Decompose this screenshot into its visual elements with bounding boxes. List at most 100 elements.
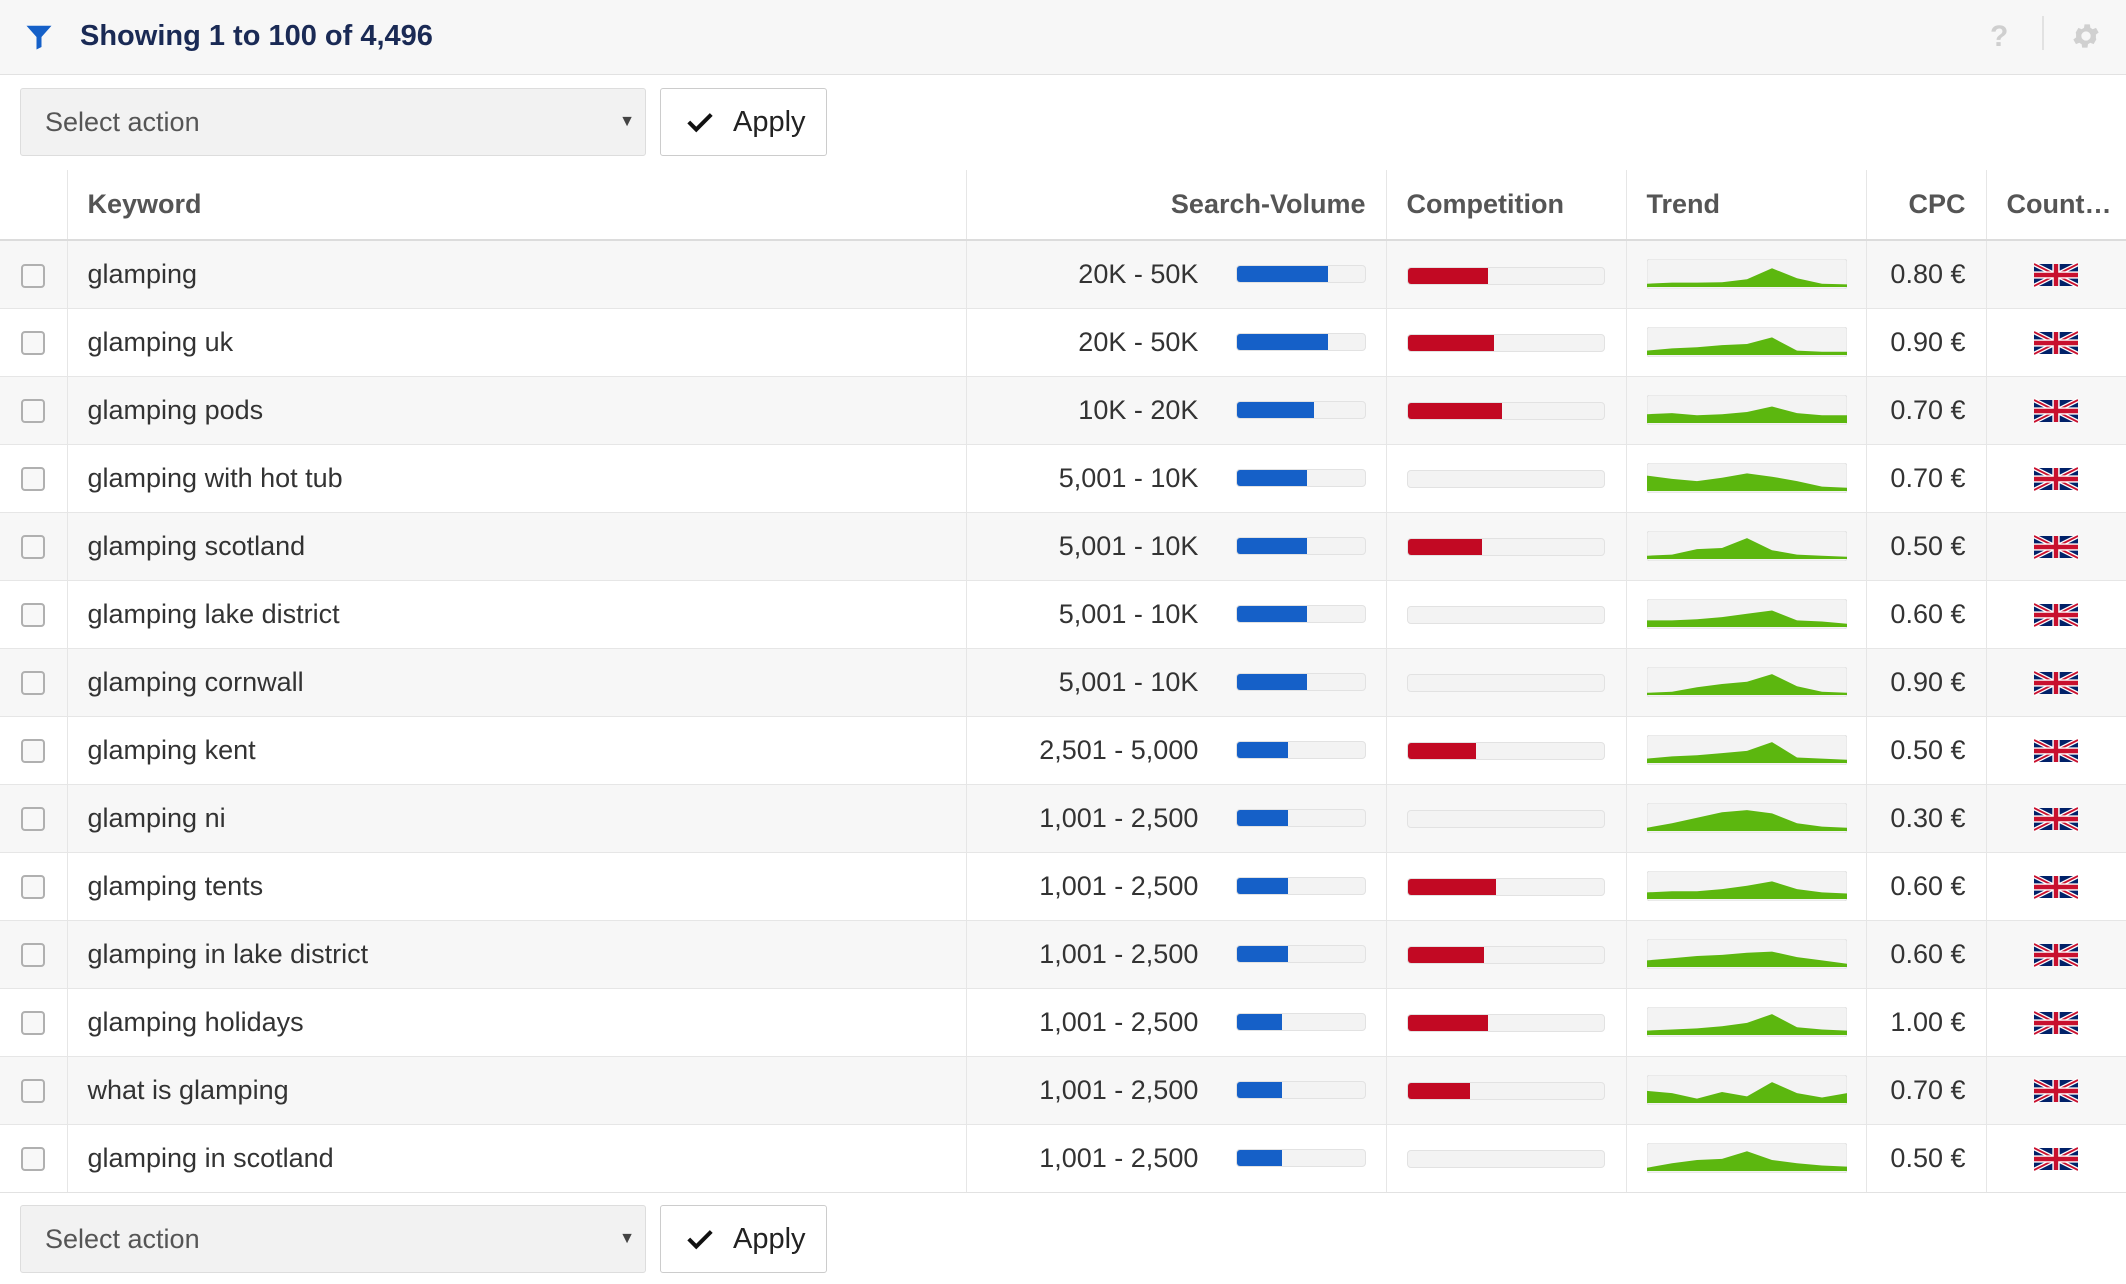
caret-down-icon: ▼ <box>619 113 635 130</box>
search-volume-bar <box>1236 1013 1366 1031</box>
table-row[interactable]: glamping lake district 5,001 - 10K 0.60 € <box>0 580 2126 649</box>
apply-button[interactable]: Apply <box>660 88 827 156</box>
keyword-cell[interactable]: glamping in lake district <box>67 920 967 989</box>
table-row[interactable]: glamping pods 10K - 20K 0.70 € <box>0 376 2126 445</box>
keyword-cell[interactable]: glamping kent <box>67 716 967 785</box>
search-volume-value: 5,001 - 10K <box>1058 462 1199 493</box>
keyword-cell[interactable]: glamping scotland <box>67 512 967 581</box>
uk-flag-icon <box>2034 601 2079 628</box>
uk-flag-icon <box>2034 329 2079 356</box>
cpc-cell: 0.90 € <box>1866 308 1987 377</box>
competition-cell <box>1386 716 1627 785</box>
keyword-cell[interactable]: glamping with hot tub <box>67 444 967 513</box>
competition-cell <box>1386 308 1627 377</box>
competition-bar-fill <box>1407 1083 1471 1100</box>
select-action-dropdown[interactable]: Select action ▼ <box>20 88 646 156</box>
column-header-competition[interactable]: Competition <box>1386 170 1627 241</box>
bulk-action-bar-bottom: Select action ▼ Apply <box>0 1192 2126 1284</box>
search-volume-bar <box>1236 809 1366 827</box>
trend-cell <box>1626 376 1867 445</box>
trend-sparkline <box>1646 667 1847 697</box>
gear-icon[interactable] <box>2070 20 2102 52</box>
search-volume-bar-fill <box>1237 402 1314 418</box>
table-row[interactable]: glamping holidays 1,001 - 2,500 1.00 € <box>0 988 2126 1057</box>
keyword-cell[interactable]: glamping lake district <box>67 580 967 649</box>
competition-bar-fill <box>1407 539 1482 556</box>
search-volume-cell: 20K - 50K <box>966 308 1387 377</box>
filter-icon[interactable] <box>24 22 54 52</box>
keyword-cell[interactable]: glamping in scotland <box>67 1124 967 1193</box>
row-checkbox[interactable] <box>21 535 46 560</box>
row-checkbox[interactable] <box>21 1011 46 1036</box>
trend-sparkline <box>1646 599 1847 629</box>
table-row[interactable]: glamping uk 20K - 50K 0.90 € <box>0 308 2126 377</box>
column-header-country[interactable]: Count… <box>1986 170 2126 241</box>
competition-cell <box>1386 1056 1627 1125</box>
table-row[interactable]: glamping 20K - 50K 0.80 € <box>0 240 2126 309</box>
row-checkbox[interactable] <box>21 399 46 424</box>
table-header-row: Keyword Search-Volume Competition Trend … <box>0 170 2126 241</box>
row-select-cell <box>0 852 68 921</box>
apply-label: Apply <box>733 1222 806 1255</box>
trend-cell <box>1626 1056 1867 1125</box>
help-icon[interactable]: ? <box>1990 20 2008 54</box>
column-header-keyword[interactable]: Keyword <box>67 170 967 241</box>
search-volume-bar-fill <box>1237 538 1308 554</box>
column-header-search-volume[interactable]: Search-Volume <box>966 170 1387 241</box>
table-row[interactable]: glamping tents 1,001 - 2,500 0.60 € <box>0 852 2126 921</box>
keyword-cell[interactable]: what is glamping <box>67 1056 967 1125</box>
table-row[interactable]: glamping cornwall 5,001 - 10K 0.90 € <box>0 648 2126 717</box>
table-row[interactable]: glamping scotland 5,001 - 10K 0.50 € <box>0 512 2126 581</box>
country-cell <box>1986 1124 2126 1193</box>
table-body: glamping 20K - 50K 0.80 € glamping uk 20K - … <box>0 240 2126 1193</box>
row-checkbox[interactable] <box>21 1079 46 1104</box>
row-checkbox[interactable] <box>21 875 46 900</box>
row-select-cell <box>0 580 68 649</box>
search-volume-bar <box>1236 265 1366 284</box>
competition-bar-fill <box>1407 335 1494 352</box>
keyword-cell[interactable]: glamping pods <box>67 376 967 445</box>
cpc-cell: 0.60 € <box>1866 920 1987 989</box>
column-header-cpc[interactable]: CPC <box>1866 170 1987 241</box>
cpc-cell: 0.60 € <box>1866 852 1987 921</box>
search-volume-bar-fill <box>1237 1014 1282 1030</box>
row-checkbox[interactable] <box>21 1147 46 1172</box>
column-header-trend[interactable]: Trend <box>1626 170 1867 241</box>
row-checkbox[interactable] <box>21 671 46 696</box>
keyword-cell[interactable]: glamping holidays <box>67 988 967 1057</box>
keyword-table: Keyword Search-Volume Competition Trend … <box>0 170 2126 1193</box>
table-row[interactable]: glamping with hot tub 5,001 - 10K 0.70 € <box>0 444 2126 513</box>
row-checkbox[interactable] <box>21 943 46 968</box>
row-checkbox[interactable] <box>21 739 46 764</box>
table-row[interactable]: glamping ni 1,001 - 2,500 0.30 € <box>0 784 2126 853</box>
keyword-cell[interactable]: glamping ni <box>67 784 967 853</box>
apply-label: Apply <box>733 105 806 138</box>
row-checkbox[interactable] <box>21 807 46 832</box>
keyword-cell[interactable]: glamping tents <box>67 852 967 921</box>
keyword-cell[interactable]: glamping uk <box>67 308 967 377</box>
search-volume-bar-fill <box>1237 606 1308 622</box>
search-volume-value: 1,001 - 2,500 <box>1039 938 1199 969</box>
table-row[interactable]: glamping kent 2,501 - 5,000 0.50 € <box>0 716 2126 785</box>
row-checkbox[interactable] <box>21 331 46 356</box>
results-count: Showing 1 to 100 of 4,496 <box>80 20 433 52</box>
uk-flag-icon <box>2034 1145 2079 1172</box>
search-volume-bar <box>1236 673 1366 691</box>
uk-flag-icon <box>2034 805 2079 832</box>
search-volume-bar <box>1236 877 1366 895</box>
select-action-dropdown-bottom[interactable]: Select action ▼ <box>20 1205 646 1273</box>
apply-button-bottom[interactable]: Apply <box>660 1205 827 1273</box>
row-checkbox[interactable] <box>21 263 46 288</box>
table-row[interactable]: glamping in scotland 1,001 - 2,500 0.50 € <box>0 1124 2126 1193</box>
table-row[interactable]: what is glamping 1,001 - 2,500 0.70 € <box>0 1056 2126 1125</box>
search-volume-bar-fill <box>1237 266 1328 283</box>
row-select-cell <box>0 308 68 377</box>
row-checkbox[interactable] <box>21 467 46 492</box>
keyword-cell[interactable]: glamping cornwall <box>67 648 967 717</box>
table-row[interactable]: glamping in lake district 1,001 - 2,500 0.… <box>0 920 2126 989</box>
search-volume-value: 1,001 - 2,500 <box>1039 1074 1199 1105</box>
row-checkbox[interactable] <box>21 603 46 628</box>
keyword-cell[interactable]: glamping <box>67 240 967 309</box>
uk-flag-icon <box>2034 397 2079 424</box>
competition-cell <box>1386 512 1627 581</box>
